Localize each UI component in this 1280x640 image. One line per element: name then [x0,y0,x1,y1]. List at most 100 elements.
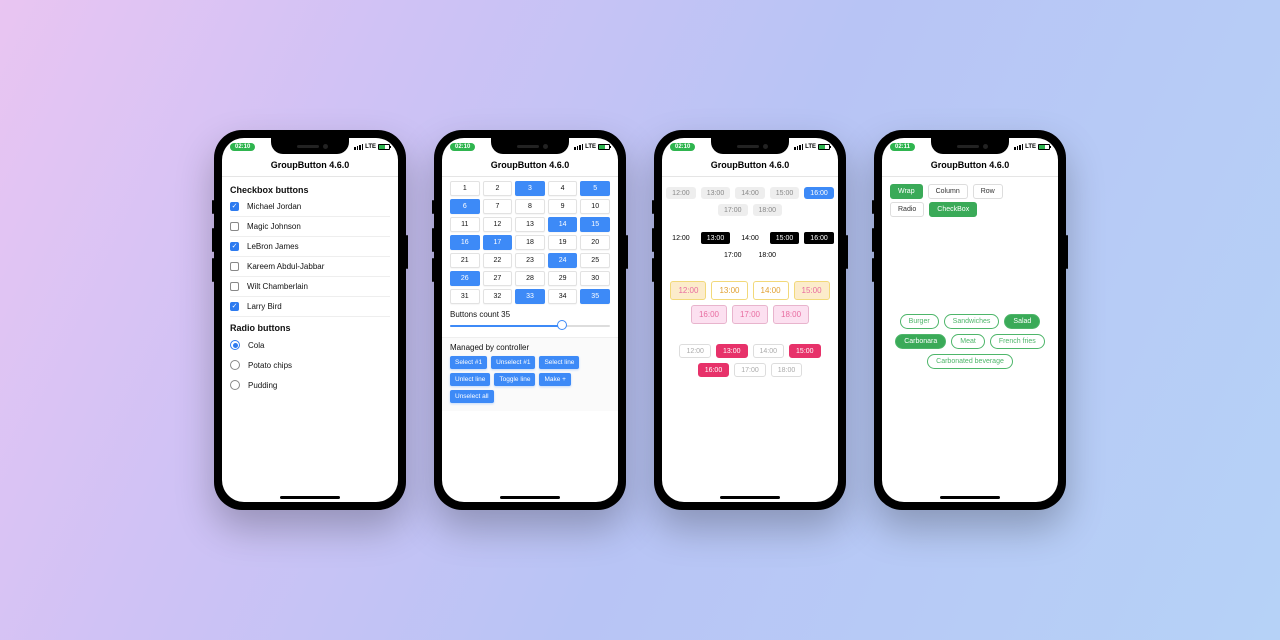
time-chip[interactable]: 16:00 [804,232,834,244]
grid-cell[interactable]: 19 [548,235,578,250]
action-button[interactable]: Toggle line [494,373,535,386]
time-chip[interactable]: 14:00 [753,281,789,300]
time-chip[interactable]: 14:00 [735,187,765,199]
time-chip[interactable]: 12:00 [670,281,706,300]
grid-cell[interactable]: 15 [580,217,610,232]
action-button[interactable]: Select #1 [450,356,487,369]
option-chip[interactable]: CheckBox [929,202,977,217]
option-chip[interactable]: Column [928,184,968,199]
action-button[interactable]: Unselect all [450,390,494,403]
checkbox-icon[interactable] [230,222,239,231]
radio-icon[interactable] [230,380,240,390]
grid-cell[interactable]: 27 [483,271,513,286]
time-chip[interactable]: 18:00 [753,249,783,261]
checkbox-icon[interactable] [230,242,239,251]
time-chip[interactable]: 17:00 [718,249,748,261]
time-chip[interactable]: 12:00 [666,232,696,244]
time-chip[interactable]: 16:00 [804,187,834,199]
grid-cell[interactable]: 29 [548,271,578,286]
grid-cell[interactable]: 35 [580,289,610,304]
grid-cell[interactable]: 2 [483,181,513,196]
grid-cell[interactable]: 12 [483,217,513,232]
time-chip[interactable]: 13:00 [716,344,748,358]
time-chip[interactable]: 16:00 [698,363,730,377]
grid-cell[interactable]: 14 [548,217,578,232]
time-chip[interactable]: 18:00 [773,305,809,324]
grid-cell[interactable]: 22 [483,253,513,268]
action-button[interactable]: Make + [539,373,571,386]
grid-cell[interactable]: 31 [450,289,480,304]
food-chip[interactable]: Sandwiches [944,314,1000,329]
food-chip[interactable]: Salad [1004,314,1040,329]
time-chip[interactable]: 18:00 [771,363,803,377]
radio-icon[interactable] [230,340,240,350]
checkbox-row[interactable]: Kareem Abdul-Jabbar [230,257,390,277]
food-chip[interactable]: Burger [900,314,939,329]
action-button[interactable]: Unlect line [450,373,490,386]
grid-cell[interactable]: 11 [450,217,480,232]
grid-cell[interactable]: 24 [548,253,578,268]
radio-row[interactable]: Potato chips [230,355,390,375]
food-chip[interactable]: Meat [951,334,985,349]
checkbox-row[interactable]: Larry Bird [230,297,390,317]
food-chip[interactable]: French fries [990,334,1045,349]
time-chip[interactable]: 13:00 [701,187,731,199]
time-chip[interactable]: 17:00 [734,363,766,377]
radio-row[interactable]: Cola [230,335,390,355]
time-chip[interactable]: 15:00 [770,232,800,244]
option-chip[interactable]: Wrap [890,184,923,199]
time-chip[interactable]: 15:00 [770,187,800,199]
grid-cell[interactable]: 25 [580,253,610,268]
radio-row[interactable]: Pudding [230,375,390,395]
food-chip[interactable]: Carbonara [895,334,946,349]
grid-cell[interactable]: 7 [483,199,513,214]
option-chip[interactable]: Row [973,184,1003,199]
grid-cell[interactable]: 10 [580,199,610,214]
grid-cell[interactable]: 1 [450,181,480,196]
checkbox-icon[interactable] [230,262,239,271]
time-chip[interactable]: 17:00 [732,305,768,324]
checkbox-icon[interactable] [230,302,239,311]
checkbox-row[interactable]: Wilt Chamberlain [230,277,390,297]
grid-cell[interactable]: 9 [548,199,578,214]
grid-cell[interactable]: 4 [548,181,578,196]
count-slider[interactable] [450,321,610,331]
grid-cell[interactable]: 34 [548,289,578,304]
grid-cell[interactable]: 17 [483,235,513,250]
action-button[interactable]: Select line [539,356,579,369]
grid-cell[interactable]: 13 [515,217,545,232]
grid-cell[interactable]: 26 [450,271,480,286]
action-button[interactable]: Unselect #1 [491,356,535,369]
time-chip[interactable]: 18:00 [753,204,783,216]
time-chip[interactable]: 15:00 [789,344,821,358]
option-chip[interactable]: Radio [890,202,924,217]
time-chip[interactable]: 12:00 [679,344,711,358]
grid-cell[interactable]: 5 [580,181,610,196]
grid-cell[interactable]: 21 [450,253,480,268]
grid-cell[interactable]: 6 [450,199,480,214]
time-chip[interactable]: 13:00 [701,232,731,244]
grid-cell[interactable]: 8 [515,199,545,214]
grid-cell[interactable]: 3 [515,181,545,196]
radio-icon[interactable] [230,360,240,370]
grid-cell[interactable]: 18 [515,235,545,250]
grid-cell[interactable]: 16 [450,235,480,250]
time-chip[interactable]: 14:00 [753,344,785,358]
grid-cell[interactable]: 23 [515,253,545,268]
time-chip[interactable]: 13:00 [711,281,747,300]
time-chip[interactable]: 16:00 [691,305,727,324]
checkbox-row[interactable]: LeBron James [230,237,390,257]
time-chip[interactable]: 14:00 [735,232,765,244]
checkbox-icon[interactable] [230,282,239,291]
checkbox-icon[interactable] [230,202,239,211]
grid-cell[interactable]: 20 [580,235,610,250]
checkbox-row[interactable]: Magic Johnson [230,217,390,237]
grid-cell[interactable]: 28 [515,271,545,286]
grid-cell[interactable]: 33 [515,289,545,304]
time-chip[interactable]: 15:00 [794,281,830,300]
checkbox-row[interactable]: Michael Jordan [230,197,390,217]
grid-cell[interactable]: 30 [580,271,610,286]
time-chip[interactable]: 17:00 [718,204,748,216]
time-chip[interactable]: 12:00 [666,187,696,199]
grid-cell[interactable]: 32 [483,289,513,304]
